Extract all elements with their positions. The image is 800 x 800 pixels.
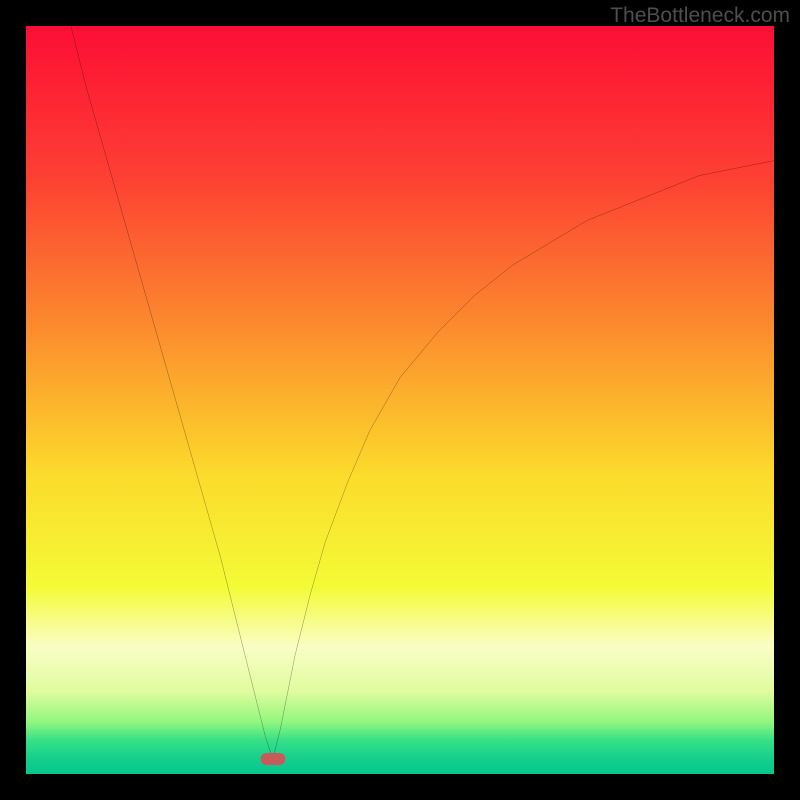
bottleneck-curve bbox=[26, 26, 774, 774]
attribution-text: TheBottleneck.com bbox=[610, 4, 790, 28]
chart-frame: TheBottleneck.com bbox=[0, 0, 800, 800]
minimum-marker bbox=[260, 753, 285, 765]
plot-area bbox=[26, 26, 774, 774]
